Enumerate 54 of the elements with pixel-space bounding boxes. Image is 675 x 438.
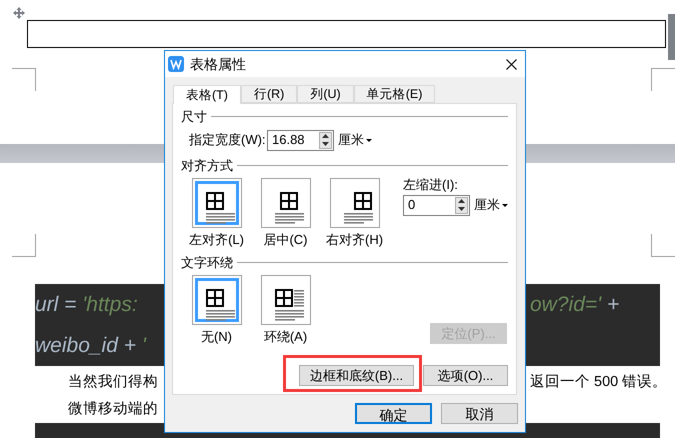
layout-option-button[interactable]	[330, 178, 380, 228]
option-label: 无(N)	[200, 328, 232, 346]
tab[interactable]: 单元格(E)	[354, 85, 436, 103]
close-button[interactable]	[503, 56, 519, 72]
option-label: 环绕(A)	[264, 328, 308, 346]
dialog-button[interactable]: 选项(O)...	[423, 365, 508, 386]
down-arrow-icon	[322, 142, 329, 146]
layout-option-button[interactable]	[260, 275, 310, 325]
layout-option-button[interactable]	[192, 178, 242, 228]
tab[interactable]: 表格(T)	[173, 85, 241, 104]
layout-option-button[interactable]	[260, 178, 310, 228]
caret-icon	[502, 204, 508, 206]
layout-option-button[interactable]	[192, 275, 242, 325]
option-label: 右对齐(H)	[326, 231, 384, 249]
section-title: 对齐方式	[181, 156, 233, 174]
unit-dropdown[interactable]: 厘米	[338, 130, 372, 150]
up-arrow-icon	[322, 134, 329, 138]
code-text: weibo_id +	[35, 332, 137, 359]
code-text: 'https:	[82, 292, 138, 318]
paragraph-text: 返回一个 500 错误。	[530, 372, 668, 392]
crop-mark	[651, 68, 675, 91]
code-text: ow?id='	[530, 292, 602, 318]
spin-buttons[interactable]	[455, 196, 468, 214]
code-text: url =	[35, 292, 78, 318]
code-text: '	[142, 332, 146, 359]
paragraph-text: 当然我们得构	[68, 372, 158, 392]
dialog-button[interactable]: 边框和底纹(B)...	[299, 365, 414, 386]
caret-icon	[366, 138, 372, 142]
move-icon	[13, 7, 25, 19]
option-label: 居中(C)	[263, 231, 308, 249]
code-text: +	[606, 292, 620, 318]
dialog-button[interactable]: 确定	[355, 403, 432, 424]
section-title: 尺寸	[181, 108, 207, 126]
close-icon	[506, 58, 516, 70]
crop-mark	[12, 234, 36, 257]
app-icon	[168, 56, 184, 72]
crop-mark	[12, 68, 36, 91]
down-arrow-icon	[458, 206, 465, 211]
dialog-button[interactable]: 取消	[441, 403, 518, 424]
tab[interactable]: 列(U)	[297, 85, 354, 103]
table-handle[interactable]	[668, 14, 675, 60]
window-title: 表格属性	[190, 54, 246, 74]
paragraph-text: 微博移动端的	[68, 400, 158, 419]
field-label: 指定宽度(W):	[189, 131, 267, 150]
unit-dropdown[interactable]: 厘米	[474, 195, 508, 215]
spin-field[interactable]: 16.88	[267, 130, 334, 150]
tab[interactable]: 行(R)	[240, 85, 298, 103]
crop-mark	[651, 234, 675, 257]
up-arrow-icon	[458, 199, 465, 204]
spin-buttons[interactable]	[319, 132, 332, 148]
section-title: 文字环绕	[181, 254, 233, 272]
option-label: 左对齐(L)	[189, 231, 244, 249]
spin-field[interactable]: 0	[403, 194, 470, 216]
field-label: 左缩进(I):	[403, 176, 459, 194]
